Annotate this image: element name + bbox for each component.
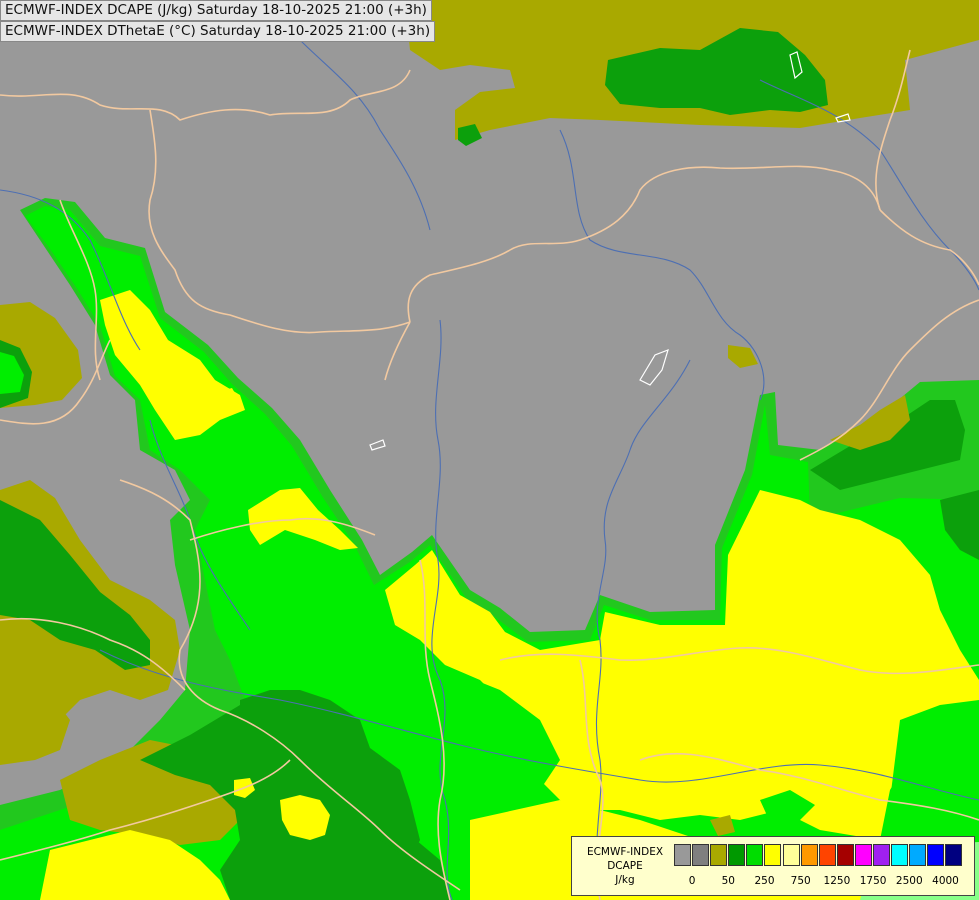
color-legend: ECMWF-INDEX DCAPE J/kg 0 50 250 750 1250 1750…	[571, 836, 975, 896]
legend-tick-label: 50	[721, 875, 735, 887]
legend-swatch-7	[800, 844, 818, 866]
legend-tick-label: 1750	[859, 875, 887, 887]
legend-swatch-15	[945, 844, 963, 866]
legend-swatch-9	[836, 844, 854, 866]
legend-tick-label: 2500	[895, 875, 923, 887]
legend-swatch-10	[854, 844, 872, 866]
legend-swatch-8	[818, 844, 836, 866]
legend-title: ECMWF-INDEX DCAPE J/kg	[576, 845, 674, 887]
map-title-dthetae: ECMWF-INDEX DThetaE (°C) Saturday 18-10-…	[0, 21, 436, 42]
map-title-dcape: ECMWF-INDEX DCAPE (J/kg) Saturday 18-10-…	[0, 0, 432, 21]
dcape-map	[0, 0, 979, 900]
legend-swatch-4	[746, 844, 764, 866]
legend-swatch-0	[674, 844, 691, 866]
legend-swatch-1	[692, 844, 710, 866]
legend-swatch-3	[728, 844, 746, 866]
legend-tick-label: 750	[790, 875, 811, 887]
legend-title-model: ECMWF-INDEX	[586, 846, 664, 858]
legend-swatch-11	[873, 844, 891, 866]
legend-title-unit: J/kg	[615, 874, 635, 886]
legend-swatch-12	[891, 844, 909, 866]
legend-swatch-13	[909, 844, 927, 866]
legend-swatch-14	[927, 844, 945, 866]
legend-swatch-5	[764, 844, 782, 866]
legend-swatch-2	[710, 844, 728, 866]
legend-title-variable: DCAPE	[607, 860, 643, 872]
legend-tick-label: 4000	[932, 875, 959, 887]
legend-tick-label: 1250	[823, 875, 851, 887]
legend-swatch-6	[782, 844, 800, 866]
legend-tick-label: 250	[754, 875, 775, 887]
legend-swatches	[674, 844, 964, 866]
legend-tick-label: 0	[688, 875, 696, 887]
